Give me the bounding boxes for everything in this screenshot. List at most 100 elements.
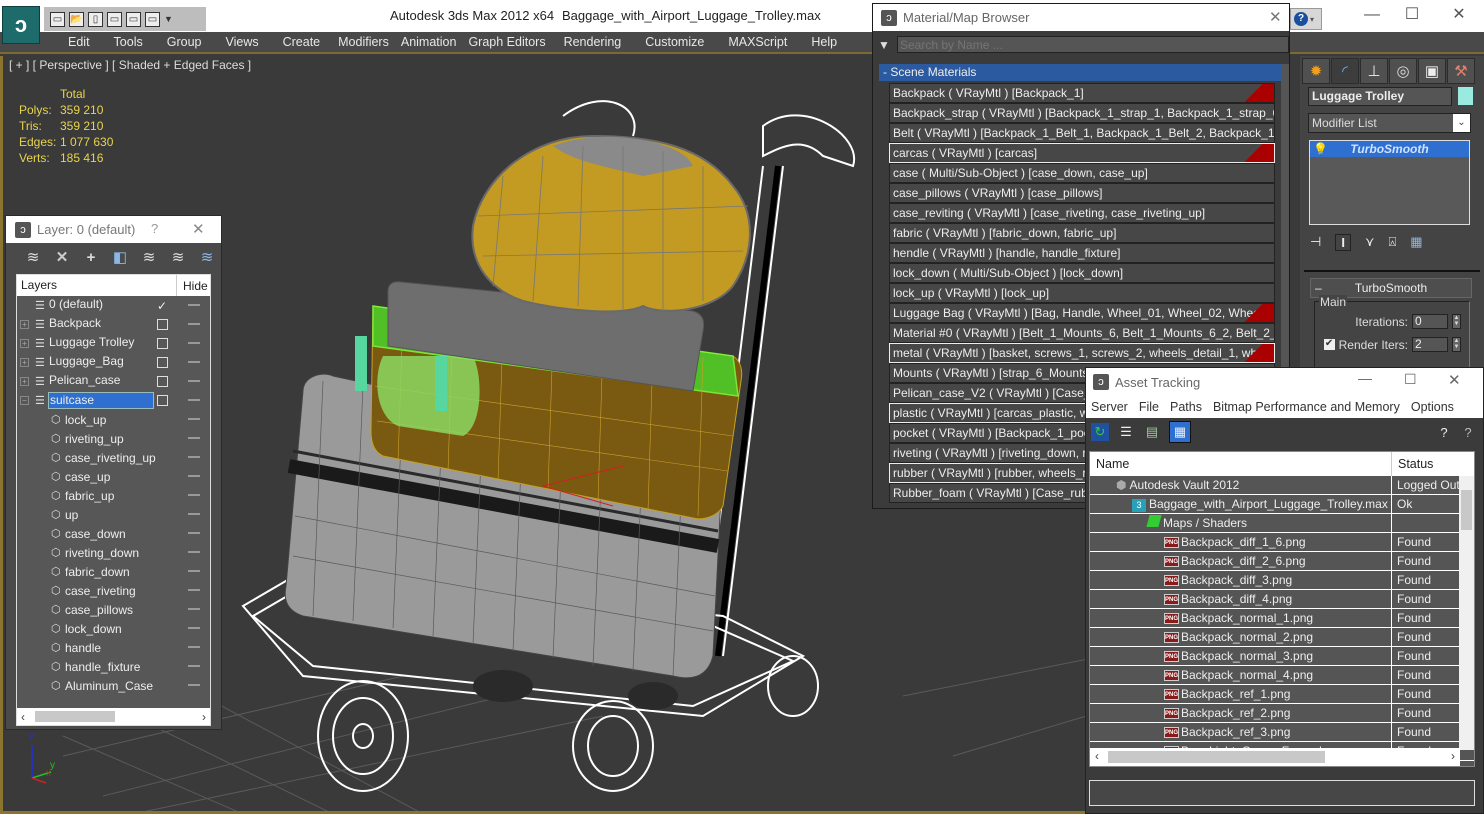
layer-row[interactable]: ⬡ lock_down xyxy=(17,619,210,638)
asset-row[interactable]: PNG Backpack_diff_2_6.png Found xyxy=(1090,552,1474,571)
set-current-checkbox[interactable] xyxy=(157,376,168,387)
material-browser-titlebar[interactable]: ↄ Material/Map Browser ✕ xyxy=(873,4,1289,31)
create-layer-icon[interactable]: ≋ xyxy=(24,248,42,266)
material-item[interactable]: case ( Multi/Sub-Object ) [case_down, ca… xyxy=(889,163,1275,183)
menu-customize[interactable]: Customize xyxy=(633,35,716,49)
horizontal-scrollbar[interactable]: ‹ › xyxy=(1090,748,1460,766)
asset-row[interactable]: PNG Backpack_diff_4.png Found xyxy=(1090,590,1474,609)
hide-toggle[interactable] xyxy=(188,399,200,401)
layer-name[interactable]: suitcase xyxy=(48,392,154,409)
modifier-stack-item[interactable]: 💡 TurboSmooth xyxy=(1310,141,1469,157)
add-to-layer-icon[interactable]: + xyxy=(82,248,100,266)
delete-layer-icon[interactable]: ✕ xyxy=(53,248,71,266)
modifier-list-dropdown[interactable]: Modifier List ⌄ xyxy=(1308,113,1471,133)
configure-modifier-sets-icon[interactable]: ▦ xyxy=(1410,234,1422,250)
render-iters-input[interactable]: 2 xyxy=(1412,337,1448,352)
hide-toggle[interactable] xyxy=(188,361,200,363)
hide-toggle[interactable] xyxy=(188,665,200,667)
horizontal-scrollbar[interactable]: ‹ › xyxy=(17,708,210,725)
layer-row[interactable]: ⬡ case_riveting_up xyxy=(17,448,210,467)
set-current-checkbox[interactable] xyxy=(157,338,168,349)
set-current-checkbox[interactable] xyxy=(157,319,168,330)
layer-row[interactable]: ⬡ riveting_up xyxy=(17,429,210,448)
column-status[interactable]: Status xyxy=(1392,457,1433,471)
asset-tracking-titlebar[interactable]: ↄ Asset Tracking — ☐ ✕ xyxy=(1086,368,1483,396)
menu-rendering[interactable]: Rendering xyxy=(552,35,634,49)
hide-toggle[interactable] xyxy=(188,323,200,325)
hide-toggle[interactable] xyxy=(188,551,200,553)
scroll-left-icon[interactable]: ‹ xyxy=(1095,749,1099,763)
vault-help-icon[interactable]: ? xyxy=(1435,423,1453,441)
set-current-checkbox[interactable] xyxy=(157,357,168,368)
utilities-tab[interactable]: ⚒ xyxy=(1447,58,1475,84)
material-item[interactable]: fabric ( VRayMtl ) [fabric_down, fabric_… xyxy=(889,223,1275,243)
asset-row[interactable]: 3 Baggage_with_Airport_Luggage_Trolley.ma… xyxy=(1090,495,1474,514)
scroll-right-icon[interactable]: › xyxy=(202,710,206,724)
spinner-arrows-icon[interactable]: ▲ ▼ xyxy=(1452,314,1461,329)
layer-row[interactable]: ⬡ case_pillows xyxy=(17,600,210,619)
hide-toggle[interactable] xyxy=(188,513,200,515)
layer-name[interactable]: 0 (default) xyxy=(48,297,154,314)
asset-row[interactable]: PNG Backpack_diff_3.png Found xyxy=(1090,571,1474,590)
new-file-icon[interactable]: ▭ xyxy=(50,11,65,27)
asset-row[interactable]: Maps / Shaders xyxy=(1090,514,1474,533)
refresh-icon[interactable]: ↻ xyxy=(1091,423,1109,441)
hide-toggle[interactable] xyxy=(188,608,200,610)
scene-materials-group[interactable]: - Scene Materials xyxy=(879,64,1281,81)
menu-help[interactable]: Help xyxy=(799,35,849,49)
object-name[interactable]: case_riveting xyxy=(65,584,136,598)
menu-edit[interactable]: Edit xyxy=(56,35,102,49)
redo-icon[interactable]: ▭ xyxy=(126,11,141,27)
app-menu-button[interactable]: ↄ xyxy=(2,6,40,44)
hide-toggle[interactable] xyxy=(188,418,200,420)
display-tab[interactable]: ▣ xyxy=(1418,58,1446,84)
layer-name[interactable]: Pelican_case xyxy=(48,373,154,390)
material-item[interactable]: carcas ( VRayMtl ) [carcas] xyxy=(889,143,1275,163)
close-button[interactable]: ✕ xyxy=(1448,371,1461,389)
select-objects-icon[interactable]: ◧ xyxy=(111,248,129,266)
hide-toggle[interactable] xyxy=(188,342,200,344)
layer-row[interactable]: + ☰ Pelican_case xyxy=(17,372,210,391)
scrollbar-thumb[interactable] xyxy=(35,711,115,722)
close-button[interactable]: ✕ xyxy=(1269,8,1282,26)
select-layer-icon[interactable]: ≋ xyxy=(140,248,158,266)
search-input[interactable] xyxy=(897,36,1289,53)
scrollbar-thumb[interactable] xyxy=(1108,751,1325,763)
object-name[interactable]: lock_up xyxy=(65,413,106,427)
object-name-field[interactable]: Luggage Trolley xyxy=(1308,87,1452,106)
menu-file[interactable]: File xyxy=(1139,400,1159,414)
object-name[interactable]: Aluminum_Case xyxy=(65,679,153,693)
maximize-button[interactable]: ☐ xyxy=(1397,4,1427,26)
material-item[interactable]: Backpack ( VRayMtl ) [Backpack_1] xyxy=(889,83,1275,103)
spinner-arrows-icon[interactable]: ▲ ▼ xyxy=(1452,337,1461,352)
object-name[interactable]: fabric_up xyxy=(65,489,114,503)
object-name[interactable]: case_pillows xyxy=(65,603,133,617)
object-name[interactable]: riveting_down xyxy=(65,546,139,560)
asset-row[interactable]: PNG Backpack_ref_2.png Found xyxy=(1090,704,1474,723)
menu-bitmap-performance[interactable]: Bitmap Performance and Memory xyxy=(1213,400,1400,414)
material-item[interactable]: lock_up ( VRayMtl ) [lock_up] xyxy=(889,283,1275,303)
asset-row[interactable]: PNG Backpack_normal_2.png Found xyxy=(1090,628,1474,647)
current-layer-checkmark-icon[interactable]: ✓ xyxy=(157,299,167,313)
help-icon[interactable]: ? xyxy=(1459,423,1477,441)
hide-toggle[interactable] xyxy=(188,380,200,382)
vertical-scrollbar[interactable] xyxy=(1459,476,1474,750)
column-name[interactable]: Name xyxy=(1090,452,1392,476)
object-name[interactable]: case_up xyxy=(65,470,110,484)
material-item[interactable]: case_pillows ( VRayMtl ) [case_pillows] xyxy=(889,183,1275,203)
hide-toggle[interactable] xyxy=(188,646,200,648)
render-iters-checkbox[interactable]: ✔ xyxy=(1323,339,1335,350)
column-layers[interactable]: Layers xyxy=(17,275,177,296)
object-name[interactable]: riveting_up xyxy=(65,432,124,446)
collapse-icon[interactable]: − xyxy=(20,396,29,405)
menu-graph-editors[interactable]: Graph Editors xyxy=(462,35,551,49)
object-name[interactable]: handle_fixture xyxy=(65,660,140,674)
asset-row[interactable]: ⬢ Autodesk Vault 2012 Logged Out xyxy=(1090,476,1474,495)
browser-options-icon[interactable]: ▼ xyxy=(878,38,890,52)
layer-dialog-titlebar[interactable]: ↄ Layer: 0 (default) ? ✕ xyxy=(6,216,221,243)
material-item[interactable]: Belt ( VRayMtl ) [Backpack_1_Belt_1, Bac… xyxy=(889,123,1275,143)
viewport-label[interactable]: [ + ] [ Perspective ] [ Shaded + Edged F… xyxy=(9,58,251,72)
hide-toggle[interactable] xyxy=(188,437,200,439)
object-name[interactable]: handle xyxy=(65,641,101,655)
column-hide[interactable]: Hide xyxy=(177,279,208,293)
